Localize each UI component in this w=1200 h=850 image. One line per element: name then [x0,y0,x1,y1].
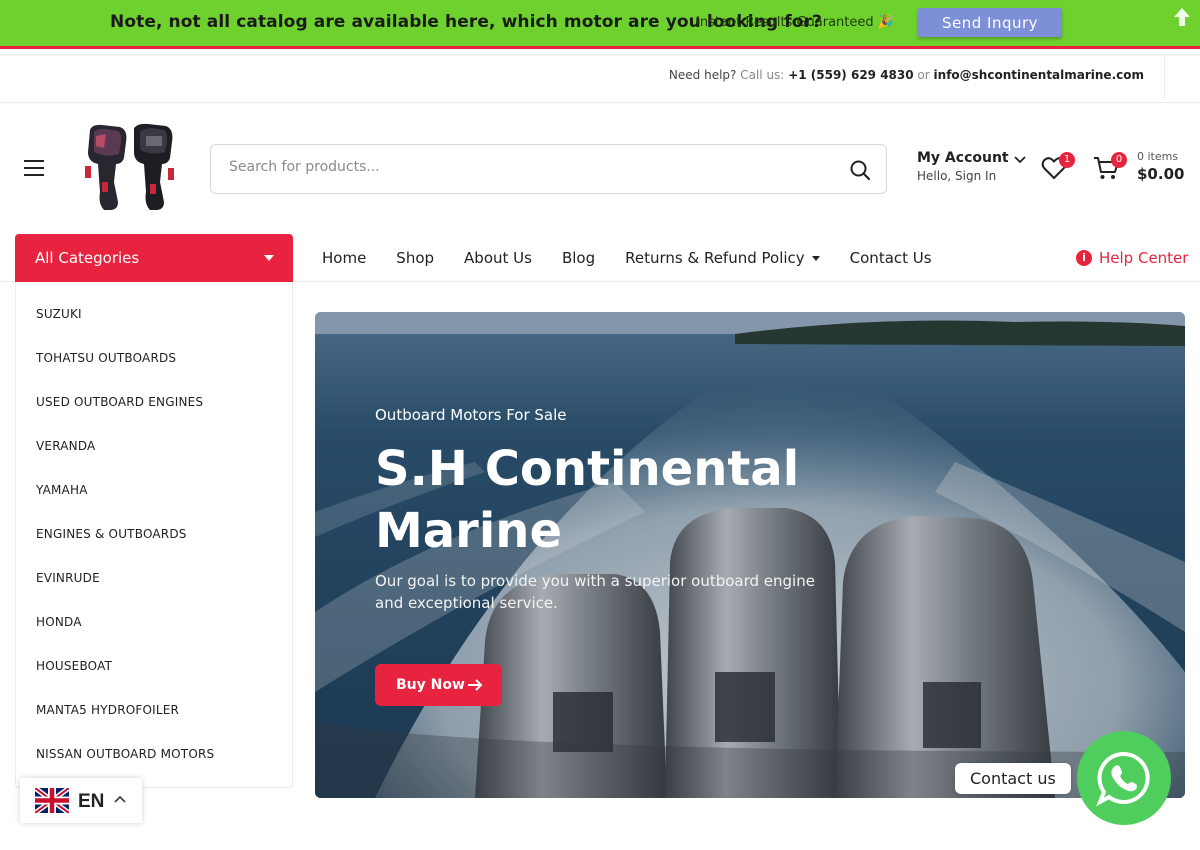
contact-info: Need help? Call us: +1 (559) 629 4830 or… [669,68,1144,82]
nav-contact-us[interactable]: Contact Us [850,249,932,267]
category-item[interactable]: ENGINES & OUTBOARDS [16,512,292,556]
wishlist-count-badge: 1 [1059,152,1075,168]
nav-blog[interactable]: Blog [562,249,595,267]
account-title: My Account [917,150,1009,166]
search-input[interactable] [229,159,809,175]
phone-link[interactable]: +1 (559) 629 4830 [788,68,913,82]
topbar-divider [1164,56,1165,98]
menu-hamburger-icon[interactable] [24,160,44,176]
all-categories-label: All Categories [35,249,140,267]
category-item[interactable]: YAMAHA [16,468,292,512]
send-inquiry-button[interactable]: Send Inqury [918,8,1062,37]
caret-down-icon [264,255,274,261]
contact-topbar: Need help? Call us: +1 (559) 629 4830 or… [0,56,1200,103]
uk-flag-icon [35,788,69,813]
category-item[interactable]: USED OUTBOARD ENGINES [16,380,292,424]
outboard-motor-right-graphic [134,123,174,210]
whatsapp-button[interactable] [1077,731,1171,825]
hero-description: Our goal is to provide you with a superi… [375,572,815,612]
help-center-label: Help Center [1099,249,1189,267]
arrow-up-icon[interactable] [1168,6,1196,34]
cart-count-badge: 0 [1111,152,1127,168]
arrow-right-icon [468,679,483,691]
category-item[interactable]: SUZUKI [16,292,292,336]
hero-kicker: Outboard Motors For Sale [375,406,567,424]
call-us-label: Call us: [740,68,785,82]
nav-returns-label: Returns & Refund Policy [625,249,805,267]
nav-returns-refund[interactable]: Returns & Refund Policy [625,249,820,267]
whatsapp-icon [1096,751,1150,806]
category-item[interactable]: NISSAN OUTBOARD MOTORS [16,732,292,776]
cart-button[interactable]: 0 [1092,152,1127,184]
category-list: SUZUKI TOHATSU OUTBOARDS USED OUTBOARD E… [15,282,293,788]
category-item[interactable]: VERANDA [16,424,292,468]
search-bar [210,144,887,194]
chevron-down-icon [1013,153,1027,167]
email-link[interactable]: info@shcontinentalmarine.com [934,68,1144,82]
wishlist-button[interactable]: 1 [1040,152,1075,184]
caret-down-icon [811,256,820,261]
category-item[interactable]: MANTA5 HYDROFOILER [16,688,292,732]
language-switcher[interactable]: EN [20,778,142,823]
need-help-label: Need help? [668,68,737,82]
announcement-divider [0,46,1200,56]
category-item[interactable]: HONDA [16,600,292,644]
outboard-motor-left-graphic [85,124,127,210]
buy-now-label: Buy Now [396,677,465,693]
account-subtitle: Hello, Sign In [917,169,997,183]
category-item[interactable]: HOUSEBOAT [16,644,292,688]
nav-shop[interactable]: Shop [396,249,434,267]
search-icon[interactable] [848,158,872,182]
buy-now-button[interactable]: Buy Now [375,664,502,706]
cart-summary[interactable]: 0 items $0.00 [1137,150,1197,183]
language-code: EN [78,791,105,812]
announcement-subtext: Instant Results Guaranteed 🎉 [696,15,894,30]
hero-title: S.H Continental Marine [375,441,800,559]
whatsapp-tooltip[interactable]: Contact us [955,763,1071,794]
main-navigation: Home Shop About Us Blog Returns & Refund… [322,249,962,267]
nav-about-us[interactable]: About Us [464,249,532,267]
announcement-bar: Note, not all catalog are available here… [0,0,1200,46]
help-center-link[interactable]: i Help Center [1076,249,1188,267]
my-account-menu[interactable]: My Account Hello, Sign In [917,150,1027,190]
or-label: or [917,68,930,82]
cart-items-count: 0 items [1137,150,1179,163]
info-icon: i [1076,250,1092,266]
cart-total: $0.00 [1137,165,1185,183]
hero-banner: Outboard Motors For Sale S.H Continental… [315,312,1185,798]
category-item[interactable]: TOHATSU OUTBOARDS [16,336,292,380]
all-categories-button[interactable]: All Categories [15,234,293,282]
nav-home[interactable]: Home [322,249,366,267]
chevron-up-icon [114,795,126,803]
site-logo[interactable] [76,122,180,214]
category-item[interactable]: EVINRUDE [16,556,292,600]
